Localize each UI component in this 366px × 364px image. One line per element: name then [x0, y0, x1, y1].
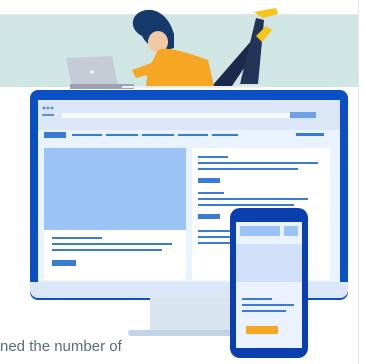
- phone-screen: [236, 222, 302, 348]
- phone-wireframe: [236, 226, 302, 334]
- phone-icon: [230, 208, 308, 358]
- caption-text: ned the number of: [0, 338, 122, 355]
- woman-illustration: [66, 8, 278, 89]
- frame-border-vertical: [358, 0, 359, 364]
- monitor-stand: [150, 298, 230, 332]
